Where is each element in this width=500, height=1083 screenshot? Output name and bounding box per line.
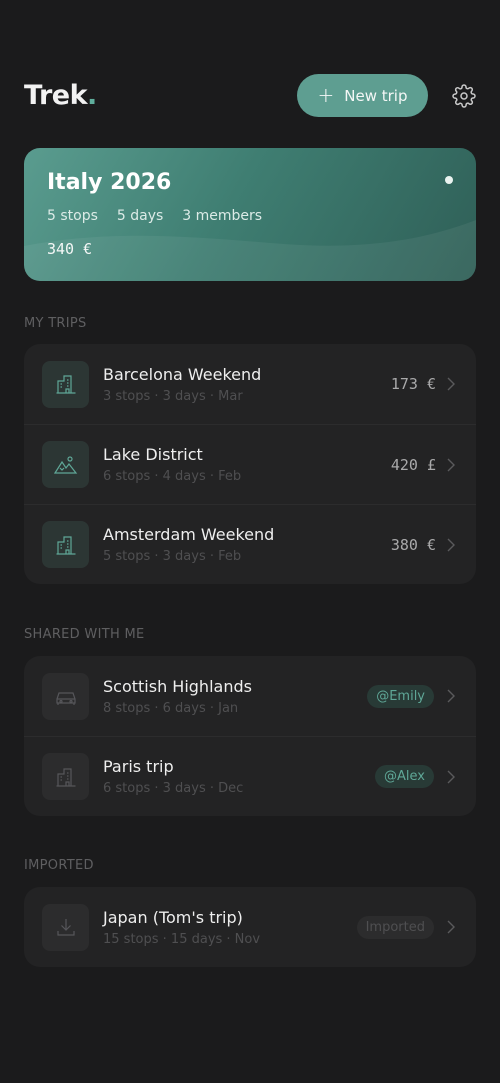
trip-meta: 5 stops · 3 days · Feb [103, 549, 242, 564]
city-icon [42, 753, 89, 800]
city-icon [42, 360, 89, 408]
plus-icon: + [317, 82, 335, 107]
shared-by-badge: @Emily [367, 684, 434, 708]
trip-name: Lake District [103, 445, 203, 464]
trip-meta: 15 stops · 15 days · Nov [103, 931, 261, 947]
trip-name: Barcelona Weekend [103, 364, 262, 384]
trip-meta: 3 stops · 3 days · Mar [103, 388, 243, 404]
trip-meta: 6 stops · 3 days · Dec [103, 781, 244, 796]
imported-trips-list: Japan (Tom's trip) 15 stops · 15 days · … [24, 887, 476, 967]
section-label-my-trips: MY TRIPS [24, 316, 87, 331]
list-item[interactable]: Barcelona Weekend 3 stops · 3 days · Mar… [24, 344, 476, 424]
featured-days: 5 days [116, 208, 164, 224]
header-actions: + New trip [297, 74, 476, 117]
download-icon [42, 903, 89, 951]
chevron-right-icon [446, 920, 456, 934]
city-icon [42, 521, 89, 568]
featured-members: 3 members [182, 208, 263, 224]
shared-by-badge: @Alex [375, 765, 434, 788]
featured-trip-title: Italy 2026 [47, 170, 172, 195]
trip-name: Japan (Tom's trip) [103, 907, 243, 927]
trip-name: Scottish Highlands [103, 676, 252, 696]
trip-amount: 173 € [390, 375, 436, 393]
chevron-right-icon [446, 377, 456, 391]
gear-icon[interactable] [452, 83, 476, 108]
mountain-icon [42, 441, 89, 488]
list-item[interactable]: Amsterdam Weekend 5 stops · 3 days · Feb… [24, 504, 476, 584]
list-item[interactable]: Japan (Tom's trip) 15 stops · 15 days · … [24, 887, 476, 967]
trip-meta: 8 stops · 6 days · Jan [103, 700, 239, 716]
section-label-imported: IMPORTED [24, 858, 94, 873]
list-item[interactable]: Lake District 6 stops · 4 days · Feb 420… [24, 424, 476, 504]
active-dot [445, 176, 453, 184]
featured-stops: 5 stops [47, 208, 98, 224]
section-label-shared: SHARED WITH ME [24, 627, 145, 642]
chevron-right-icon [446, 538, 456, 552]
app-header: Trek. + New trip [24, 74, 476, 117]
trip-name: Amsterdam Weekend [103, 525, 275, 544]
trip-amount: 380 € [390, 535, 436, 554]
chevron-right-icon [446, 458, 456, 472]
featured-trip-meta: 5 stops 5 days 3 members [47, 208, 262, 224]
list-item[interactable]: Scottish Highlands 8 stops · 6 days · Ja… [24, 656, 476, 736]
new-trip-button[interactable]: + New trip [297, 74, 428, 117]
my-trips-list: Barcelona Weekend 3 stops · 3 days · Mar… [24, 344, 476, 584]
chevron-right-icon [446, 770, 456, 784]
trip-meta: 6 stops · 4 days · Feb [103, 469, 242, 484]
car-icon [42, 672, 89, 720]
featured-trip-price: 340 € [47, 240, 93, 258]
trip-amount: 420 £ [390, 455, 436, 474]
list-item[interactable]: Paris trip 6 stops · 3 days · Dec @Alex [24, 736, 476, 816]
shared-trips-list: Scottish Highlands 8 stops · 6 days · Ja… [24, 656, 476, 816]
trip-name: Paris trip [103, 757, 174, 776]
new-trip-label: New trip [344, 86, 408, 105]
imported-badge: Imported [356, 915, 434, 939]
chevron-right-icon [446, 689, 456, 703]
featured-trip-card[interactable]: Italy 2026 5 stops 5 days 3 members 340 … [24, 148, 476, 281]
app-logo: Trek. [24, 80, 97, 111]
